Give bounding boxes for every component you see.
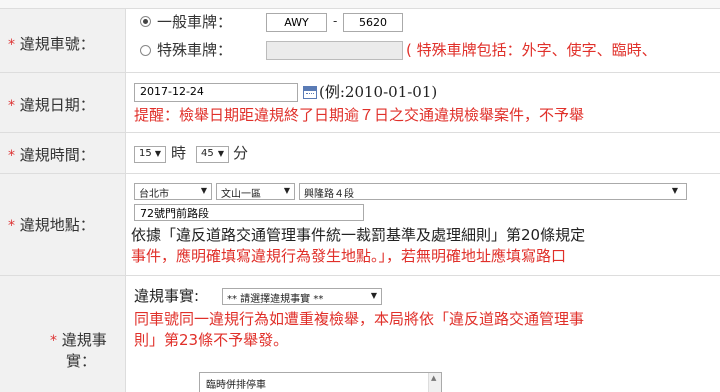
hour-select[interactable]: 15 ▼ <box>134 146 166 163</box>
hour-unit: 時 <box>171 144 187 162</box>
chevron-down-icon: ▼ <box>200 186 207 195</box>
date-label: 違規日期： <box>19 96 95 114</box>
hour-value: 15 <box>139 148 152 159</box>
minute-select[interactable]: 45 ▼ <box>196 146 229 163</box>
general-plate-label: 一般車牌： <box>157 13 233 31</box>
special-plate-note: ( 特殊車牌包括：外字、使字、臨時、 <box>406 41 657 59</box>
city-select[interactable]: 台北市 ▼ <box>134 183 212 200</box>
plate-label: 違規車號： <box>19 35 95 53</box>
required-star: * <box>8 98 15 114</box>
time-row: * 違規時間： 15 ▼ 時 45 ▼ 分 <box>0 132 720 173</box>
date-value-cell: 2017-12-24 (例:2010-01-01) 提醒：檢舉日期距違規終了日期… <box>127 73 720 132</box>
chevron-down-icon: ▼ <box>154 149 161 158</box>
location-note-line1: 依據「違反道路交通管理事件統一裁罰基準及處理細則」第20條規定 <box>131 226 586 244</box>
city-value: 台北市 <box>139 189 169 200</box>
location-row: * 違規地點： 台北市 ▼ 文山一區 ▼ 興隆路４段 ▼ 72號門前路段 依據「違反道… <box>0 173 720 275</box>
required-star: * <box>50 333 57 349</box>
time-label-cell: * 違規時間： <box>0 133 126 173</box>
minute-value: 45 <box>201 148 214 159</box>
time-value-cell: 15 ▼ 時 45 ▼ 分 <box>127 133 720 173</box>
fact-label-line2: 實： <box>66 352 97 370</box>
plate-number-input[interactable]: 5620 <box>343 13 403 32</box>
top-strip <box>0 0 720 8</box>
location-label: 違規地點： <box>19 216 95 234</box>
district-value: 文山一區 <box>221 189 261 200</box>
fact-note-line1: 同車號同一違規行為如遭重複檢舉，本局將依「違反道路交通管理事 <box>134 310 585 328</box>
plate-value-cell: 一般車牌： AWY - 5620 特殊車牌： ( 特殊車牌包括：外字、使字、臨時… <box>127 9 720 72</box>
road-select[interactable]: 興隆路４段 ▼ <box>299 183 687 200</box>
special-plate-radio[interactable] <box>140 45 151 56</box>
required-star: * <box>8 218 15 234</box>
plate-prefix-input[interactable]: AWY <box>266 13 327 32</box>
calendar-icon[interactable] <box>303 86 317 99</box>
fact-select-label: 違規事實: <box>134 287 200 305</box>
chevron-down-icon: ▼ <box>671 186 678 195</box>
required-star: * <box>8 37 15 53</box>
time-label: 違規時間： <box>19 146 95 164</box>
location-value-cell: 台北市 ▼ 文山一區 ▼ 興隆路４段 ▼ 72號門前路段 依據「違反道路交通管理事件統… <box>127 174 720 275</box>
address-detail-input[interactable]: 72號門前路段 <box>134 204 364 221</box>
chevron-down-icon: ▼ <box>217 149 224 158</box>
chevron-down-icon: ▼ <box>370 291 377 300</box>
textarea-scrollbar[interactable] <box>428 373 441 392</box>
fact-description-value: 臨時併排停車 <box>206 380 266 391</box>
date-label-cell: * 違規日期： <box>0 73 126 132</box>
plate-label-cell: * 違規車號： <box>0 9 126 72</box>
fact-row: * 違規事 實： 違規事實: ** 請選擇違規事實 ** ▼ 同車號同一違規行為如… <box>0 275 720 392</box>
fact-label-line1: 違規事 <box>61 331 107 349</box>
date-input[interactable]: 2017-12-24 <box>134 83 298 102</box>
location-note-line2: 事件，應明確填寫違規行為發生地點。」，若無明確地址應填寫路口 <box>131 247 567 265</box>
date-reminder: 提醒：檢舉日期距違規終了日期逾７日之交通違規檢舉案件，不予舉 <box>134 106 585 124</box>
general-plate-radio[interactable] <box>140 16 151 27</box>
plate-separator: - <box>333 14 338 28</box>
location-label-cell: * 違規地點： <box>0 174 126 275</box>
date-example: (例:2010-01-01) <box>319 83 438 101</box>
minute-unit: 分 <box>233 144 249 162</box>
fact-value-cell: 違規事實: ** 請選擇違規事實 ** ▼ 同車號同一違規行為如遭重複檢舉，本局將… <box>127 276 720 392</box>
fact-label-cell: * 違規事 實： <box>0 276 126 392</box>
road-value: 興隆路４段 <box>304 189 354 200</box>
date-row: * 違規日期： 2017-12-24 (例:2010-01-01) 提醒：檢舉日… <box>0 72 720 132</box>
fact-note-line2: 則」第23條不予舉發。 <box>134 331 289 349</box>
required-star: * <box>8 148 15 164</box>
district-select[interactable]: 文山一區 ▼ <box>216 183 295 200</box>
plate-row: * 違規車號： 一般車牌： AWY - 5620 特殊車牌： ( 特殊車牌包括：… <box>0 8 720 72</box>
fact-select[interactable]: ** 請選擇違規事實 ** ▼ <box>222 288 382 305</box>
special-plate-input[interactable] <box>266 41 403 60</box>
special-plate-label: 特殊車牌： <box>157 41 233 59</box>
chevron-down-icon: ▼ <box>283 186 290 195</box>
fact-select-value: ** 請選擇違規事實 ** <box>227 294 324 305</box>
fact-description-textarea[interactable]: 臨時併排停車 <box>199 372 442 392</box>
